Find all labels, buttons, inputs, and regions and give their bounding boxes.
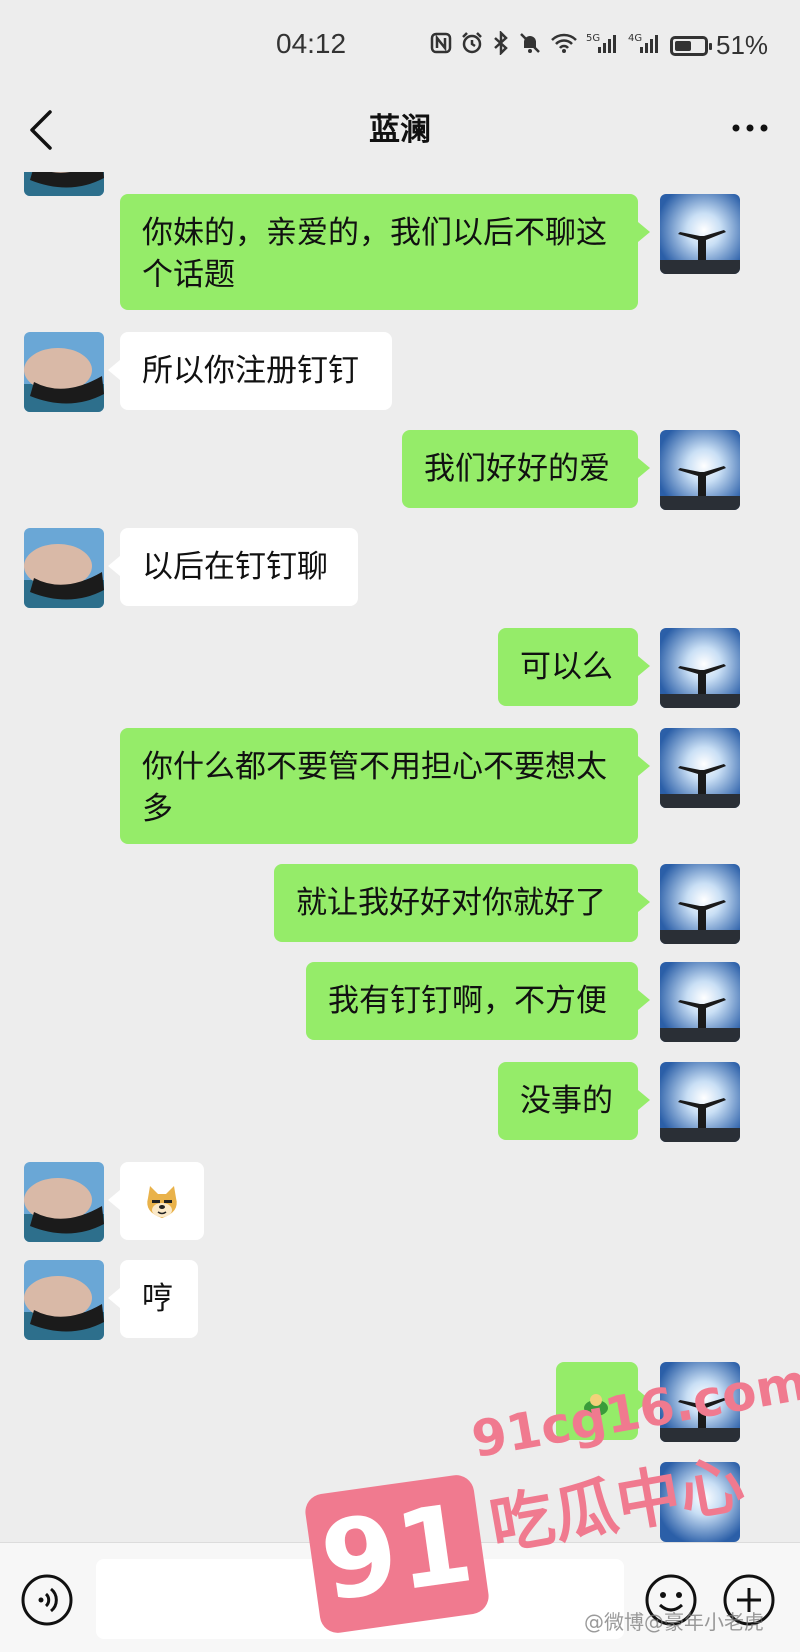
- chat-screen: 04:12 5G 4G 51% 蓝澜 你妹的，亲爱的，我们以后不聊这个话题 所以…: [0, 0, 800, 1652]
- self-avatar[interactable]: [660, 194, 740, 274]
- more-button[interactable]: [728, 108, 772, 148]
- sunlight-photo-icon: [660, 194, 740, 274]
- sunlight-photo-icon: [660, 430, 740, 510]
- emoji-button[interactable]: [644, 1573, 698, 1627]
- hat-photo-icon: [24, 1260, 104, 1340]
- contact-avatar[interactable]: [24, 332, 104, 412]
- message-row: 就让我好好对你就好了: [0, 864, 800, 944]
- message-row: 你妹的，亲爱的，我们以后不聊这个话题: [0, 194, 800, 310]
- message-row: 我们好好的爱: [0, 430, 800, 510]
- hat-photo-icon: [24, 528, 104, 608]
- self-avatar[interactable]: [660, 628, 740, 708]
- chat-message-list[interactable]: 你妹的，亲爱的，我们以后不聊这个话题 所以你注册钉钉 我们好好的爱 以后在钉钉聊…: [0, 172, 800, 1542]
- message-bubble-incoming[interactable]: [108, 1162, 204, 1240]
- self-avatar[interactable]: [660, 1362, 740, 1442]
- message-input[interactable]: [96, 1559, 624, 1639]
- battery-percent: 51%: [716, 30, 769, 60]
- contact-avatar[interactable]: [24, 528, 104, 608]
- message-bubble-incoming[interactable]: 以后在钉钉聊: [108, 528, 358, 606]
- message-row: 所以你注册钉钉: [0, 332, 800, 412]
- nfc-icon: [430, 32, 452, 60]
- contact-avatar[interactable]: [24, 1162, 104, 1242]
- message-row: [0, 1462, 800, 1542]
- signal-4g-icon: 4G: [628, 31, 662, 61]
- self-avatar[interactable]: [660, 430, 740, 510]
- hat-photo-icon: [24, 332, 104, 412]
- smiley-icon: [645, 1574, 697, 1626]
- battery-icon: [670, 35, 712, 56]
- svg-text:4G: 4G: [628, 33, 642, 44]
- message-row: 没事的: [0, 1062, 800, 1142]
- sunlight-photo-icon: [660, 1362, 740, 1442]
- message-row: 以后在钉钉聊: [0, 528, 800, 608]
- sunlight-photo-icon: [660, 1062, 740, 1142]
- self-avatar[interactable]: [660, 864, 740, 944]
- contact-avatar[interactable]: [24, 1260, 104, 1340]
- message-bubble-outgoing[interactable]: 你妹的，亲爱的，我们以后不聊这个话题: [120, 194, 650, 310]
- status-time: 04:12: [276, 28, 347, 59]
- sunlight-photo-icon: [660, 864, 740, 944]
- doge-emoji-icon: [147, 1186, 177, 1218]
- title-bar: 蓝澜: [0, 92, 800, 172]
- message-row: [0, 172, 800, 196]
- sunlight-photo-icon: [660, 1462, 740, 1542]
- more-dots-icon: [732, 124, 768, 132]
- message-bubble-outgoing[interactable]: [556, 1362, 650, 1440]
- message-bubble-outgoing[interactable]: 没事的: [498, 1062, 650, 1140]
- svg-text:5G: 5G: [586, 33, 600, 44]
- message-row: 我有钉钉啊，不方便: [0, 962, 800, 1042]
- self-avatar[interactable]: [660, 962, 740, 1042]
- mute-icon: [518, 31, 542, 61]
- contact-avatar[interactable]: [24, 172, 104, 196]
- plus-button[interactable]: [722, 1573, 776, 1627]
- message-bubble-outgoing[interactable]: 可以么: [498, 628, 650, 706]
- message-row: [0, 1162, 800, 1242]
- sunlight-photo-icon: [660, 728, 740, 808]
- message-bubble-outgoing[interactable]: 我有钉钉啊，不方便: [306, 962, 650, 1040]
- sticker-icon: [584, 1394, 608, 1416]
- wifi-icon: [550, 32, 578, 60]
- message-bubble-incoming[interactable]: 所以你注册钉钉: [108, 332, 392, 410]
- self-avatar[interactable]: [660, 1062, 740, 1142]
- message-bubble-outgoing[interactable]: 我们好好的爱: [402, 430, 650, 508]
- message-row: [0, 1362, 800, 1442]
- hat-photo-icon: [24, 1162, 104, 1242]
- status-icons: 5G 4G 51%: [430, 29, 769, 61]
- message-row: 你什么都不要管不用担心不要想太多: [0, 728, 800, 844]
- status-bar: 04:12 5G 4G 51%: [0, 0, 800, 92]
- voice-icon: [21, 1574, 73, 1626]
- message-bubble-outgoing[interactable]: 就让我好好对你就好了: [274, 864, 650, 942]
- self-avatar[interactable]: [660, 728, 740, 808]
- hat-photo-icon: [24, 172, 104, 196]
- bluetooth-icon: [492, 29, 510, 61]
- input-bar: [0, 1542, 800, 1652]
- plus-icon: [723, 1574, 775, 1626]
- sunlight-photo-icon: [660, 962, 740, 1042]
- chat-title: 蓝澜: [369, 112, 431, 148]
- sunlight-photo-icon: [660, 628, 740, 708]
- message-row: 哼: [0, 1260, 800, 1340]
- message-bubble-incoming[interactable]: 哼: [108, 1260, 198, 1338]
- self-avatar[interactable]: [660, 1462, 740, 1542]
- voice-button[interactable]: [20, 1573, 74, 1627]
- message-bubble-outgoing[interactable]: 你什么都不要管不用担心不要想太多: [120, 728, 650, 844]
- message-row: 可以么: [0, 628, 800, 708]
- signal-5g-icon: 5G: [586, 31, 620, 61]
- alarm-icon: [460, 31, 484, 61]
